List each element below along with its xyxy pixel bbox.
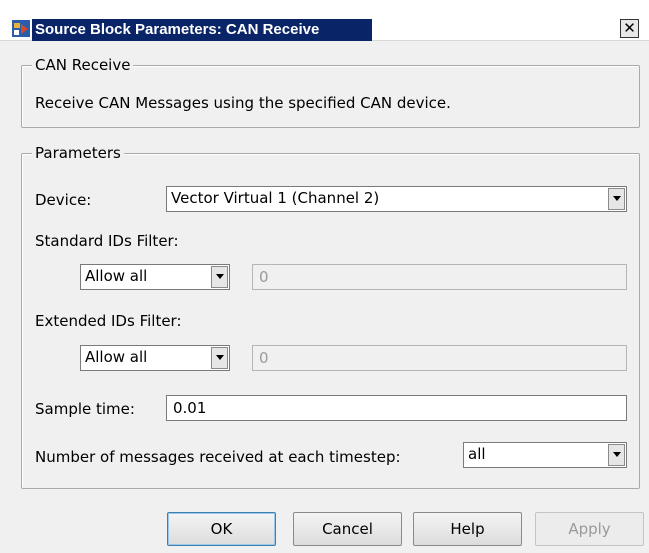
description-text: Receive CAN Messages using the specified… <box>35 94 451 112</box>
close-icon: ✕ <box>623 19 636 37</box>
parameters-legend: Parameters <box>32 144 124 162</box>
device-select-value: Vector Virtual 1 (Channel 2) <box>171 189 380 207</box>
close-button[interactable]: ✕ <box>620 19 639 38</box>
extended-ids-field: 0 <box>252 345 627 371</box>
messages-per-timestep-label: Number of messages received at each time… <box>35 448 401 466</box>
parameters-group: Parameters Device: Vector Virtual 1 (Cha… <box>21 144 640 489</box>
standard-ids-select-value: Allow all <box>85 267 148 285</box>
help-button[interactable]: Help <box>413 512 522 546</box>
standard-ids-select[interactable]: Allow all <box>80 264 230 290</box>
extended-ids-field-value: 0 <box>259 349 269 367</box>
sample-time-label: Sample time: <box>35 400 135 418</box>
description-group: CAN Receive Receive CAN Messages using t… <box>21 56 640 128</box>
chevron-down-icon[interactable] <box>211 266 228 288</box>
sample-time-input[interactable]: 0.01 <box>166 395 627 421</box>
simulink-icon <box>12 20 30 37</box>
chevron-down-icon[interactable] <box>608 444 625 466</box>
extended-ids-select[interactable]: Allow all <box>80 345 230 371</box>
title-bar[interactable]: Source Block Parameters: CAN Receive ✕ <box>0 0 649 41</box>
standard-ids-label: Standard IDs Filter: <box>35 232 179 250</box>
sample-time-value: 0.01 <box>173 399 207 417</box>
ok-button[interactable]: OK <box>167 512 276 546</box>
standard-ids-field-value: 0 <box>259 268 269 286</box>
device-label: Device: <box>35 191 92 209</box>
extended-ids-select-value: Allow all <box>85 348 148 366</box>
messages-per-timestep-select[interactable]: all <box>463 442 627 468</box>
cancel-button[interactable]: Cancel <box>293 512 402 546</box>
device-select[interactable]: Vector Virtual 1 (Channel 2) <box>166 186 627 212</box>
extended-ids-label: Extended IDs Filter: <box>35 312 182 330</box>
chevron-down-icon[interactable] <box>211 347 228 369</box>
standard-ids-field: 0 <box>252 264 627 290</box>
window-title: Source Block Parameters: CAN Receive <box>32 19 372 41</box>
chevron-down-icon[interactable] <box>608 188 625 210</box>
description-legend: CAN Receive <box>32 56 134 74</box>
apply-button: Apply <box>535 512 644 546</box>
messages-per-timestep-value: all <box>468 445 486 463</box>
